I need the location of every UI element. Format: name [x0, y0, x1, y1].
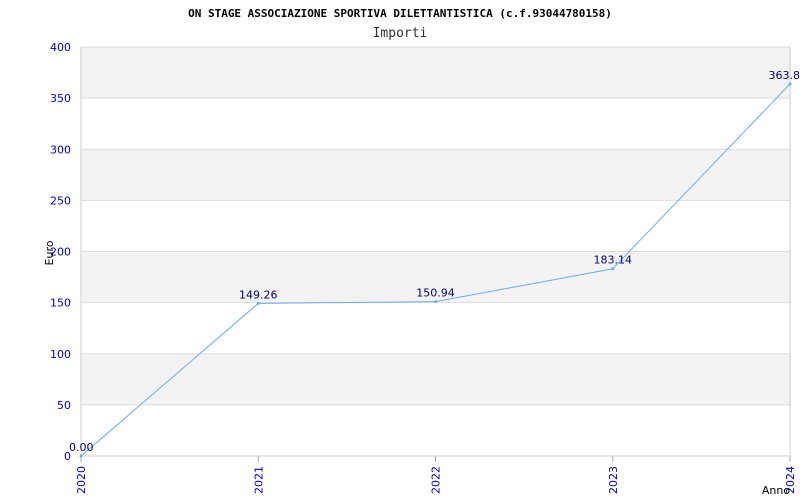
data-point: [788, 82, 792, 86]
data-label: 363.8: [769, 69, 800, 82]
y-tick-label: 150: [50, 297, 71, 310]
x-axis-label: Anno: [762, 484, 790, 497]
y-tick-label: 400: [50, 41, 71, 54]
chart-title: ON STAGE ASSOCIAZIONE SPORTIVA DILETTANT…: [188, 7, 612, 20]
y-tick-label: 250: [50, 194, 71, 207]
plot-band: [81, 98, 790, 150]
y-tick-label: 350: [50, 92, 71, 105]
x-tick-label: 2022: [430, 466, 443, 494]
data-label: 183.14: [594, 254, 633, 267]
y-axis-label: Euro: [43, 240, 56, 265]
x-tick-label: 2020: [75, 466, 88, 494]
plot-band: [81, 302, 790, 354]
chart-subtitle: Importi: [373, 26, 428, 41]
y-tick-label: 300: [50, 143, 71, 156]
line-chart: ON STAGE ASSOCIAZIONE SPORTIVA DILETTANT…: [43, 7, 800, 497]
data-label: 150.94: [416, 287, 455, 300]
data-label: 149.26: [239, 288, 278, 301]
plot-band: [81, 200, 790, 252]
y-tick-label: 50: [57, 399, 71, 412]
data-point: [79, 454, 83, 458]
plot-band: [81, 149, 790, 201]
x-tick-label: 2021: [252, 466, 265, 494]
data-point: [611, 267, 615, 271]
y-tick-label: 100: [50, 348, 71, 361]
data-label: 0.00: [69, 441, 94, 454]
x-axis-ticks: 2020 2021 2022 2023 2024: [75, 456, 797, 494]
data-point: [256, 301, 260, 305]
data-point: [434, 300, 437, 304]
plot-band: [81, 47, 790, 99]
x-tick-label: 2023: [607, 466, 620, 494]
plot-band: [81, 404, 790, 456]
plot-band: [81, 353, 790, 405]
